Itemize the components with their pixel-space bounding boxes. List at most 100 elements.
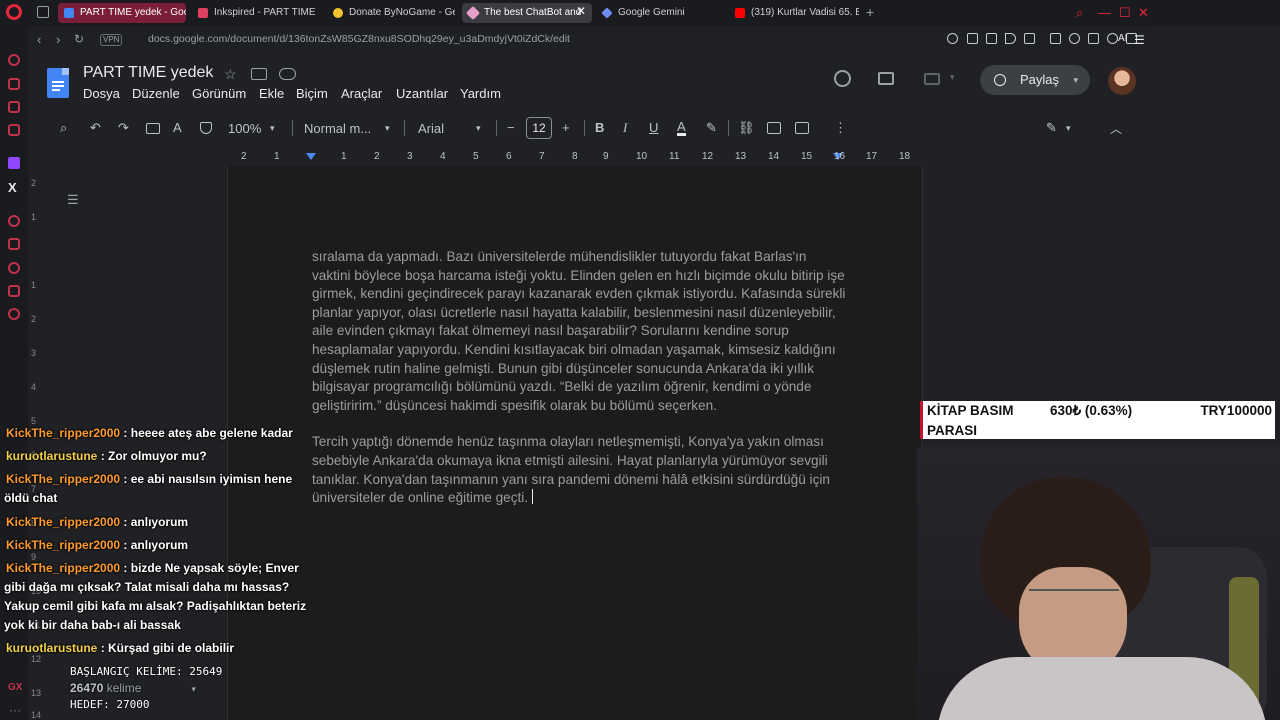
back-icon[interactable]: ‹ <box>37 32 41 47</box>
tab-part-time[interactable]: PART TIME yedek - Google <box>58 3 186 23</box>
zoom-icon[interactable] <box>947 33 958 44</box>
editing-mode-icon[interactable]: ✎ <box>1046 120 1057 136</box>
close-tab-icon[interactable]: ✕ <box>576 4 586 18</box>
search-tabs-icon[interactable]: ⌕ <box>1076 5 1083 21</box>
more-tools-icon[interactable]: ⋮ <box>834 120 847 136</box>
history-icon[interactable] <box>8 262 20 274</box>
bold-icon[interactable]: B <box>595 120 604 135</box>
highlight-icon[interactable]: ✎ <box>706 120 717 136</box>
tab-youtube[interactable]: (319) Kurtlar Vadisi 65. Bö <box>729 3 859 23</box>
x-icon[interactable]: X <box>8 180 17 195</box>
decrease-font-icon[interactable]: − <box>507 120 515 135</box>
italic-icon[interactable]: I <box>623 120 627 136</box>
minimize-icon[interactable]: — <box>1098 5 1111 20</box>
tab-bynogame[interactable]: Donate ByNoGame - Gele <box>327 3 455 23</box>
style-dropdown-icon[interactable]: ▾ <box>385 123 390 134</box>
font-dropdown-icon[interactable]: ▾ <box>476 123 481 134</box>
wallet-icon[interactable] <box>1069 33 1080 44</box>
pin-icon[interactable] <box>967 33 978 44</box>
close-window-icon[interactable]: ✕ <box>1138 5 1149 21</box>
star-icon[interactable]: ☆ <box>224 66 237 83</box>
more-icon[interactable]: ··· <box>9 703 21 717</box>
heart-icon[interactable] <box>1088 33 1099 44</box>
document-title[interactable]: PART TIME yedek <box>83 64 213 82</box>
paragraph-1[interactable]: sıralama da yapmadı. Bazı üniversitelerd… <box>312 248 846 415</box>
menu-uzantilar[interactable]: Uzantılar <box>396 86 448 101</box>
player-icon[interactable] <box>8 215 20 227</box>
profile-icon[interactable] <box>1107 33 1118 44</box>
paragraph-2[interactable]: Tercih yaptığı dönemde henüz taşınma ola… <box>312 433 846 507</box>
tab-inkspired[interactable]: Inkspired - PART TIME <box>192 3 322 23</box>
ai-label[interactable]: AI <box>1118 33 1127 44</box>
menu-bicim[interactable]: Biçim <box>296 86 328 101</box>
messenger-icon[interactable] <box>8 78 20 90</box>
extensions-icon[interactable] <box>8 285 20 297</box>
style-select[interactable]: Normal m... <box>304 121 371 136</box>
twitch-icon[interactable] <box>8 157 20 169</box>
collapse-menus-icon[interactable]: ︿ <box>1110 120 1122 137</box>
cloud-saved-icon[interactable] <box>279 68 296 80</box>
music-icon[interactable] <box>8 124 20 136</box>
play-icon[interactable] <box>1005 33 1016 44</box>
paint-format-icon[interactable] <box>200 122 212 134</box>
vpn-badge[interactable]: VPN <box>100 34 123 46</box>
meet-dropdown-icon[interactable]: ▾ <box>950 72 955 83</box>
pinboard-icon[interactable] <box>8 238 20 250</box>
zoom-dropdown-icon[interactable]: ▾ <box>270 123 275 134</box>
url-field[interactable]: docs.google.com/document/d/136tonZsW85GZ… <box>148 33 570 45</box>
extension-icon[interactable] <box>1050 33 1061 44</box>
zoom-select[interactable]: 100% <box>228 121 261 136</box>
increase-font-icon[interactable]: + <box>562 120 570 135</box>
underline-icon[interactable]: U <box>649 120 658 135</box>
search-menus-icon[interactable]: ⌕ <box>60 120 67 136</box>
move-folder-icon[interactable] <box>251 68 267 80</box>
text-color-icon[interactable]: A <box>677 120 686 136</box>
maximize-icon[interactable]: ☐ <box>1119 5 1131 21</box>
new-tab-icon[interactable]: + <box>866 4 874 20</box>
version-history-icon[interactable] <box>834 70 851 87</box>
redo-icon[interactable]: ↷ <box>118 120 129 136</box>
word-goal-overlay: BAŞLANGIÇ KELİME: 25649 26470 kelime ▾ HE… <box>70 664 222 713</box>
snapshot-icon[interactable] <box>986 33 997 44</box>
avatar[interactable] <box>1108 67 1136 95</box>
chevron-down-icon[interactable]: ▾ <box>1073 65 1078 95</box>
menu-araclar[interactable]: Araçlar <box>341 86 382 101</box>
settings-icon[interactable] <box>8 308 20 320</box>
tab-chatbot[interactable]: The best ChatBot and <box>462 3 592 23</box>
aria-icon[interactable] <box>8 54 20 66</box>
document-outline-icon[interactable]: ☰ <box>67 192 79 208</box>
menu-yardim[interactable]: Yardım <box>460 86 501 101</box>
meet-icon[interactable] <box>924 73 940 85</box>
menu-ekle[interactable]: Ekle <box>259 86 284 101</box>
menu-duzenle[interactable]: Düzenle <box>132 86 180 101</box>
document-page[interactable]: sıralama da yapmadı. Bazı üniversitelerd… <box>227 166 923 720</box>
download-icon[interactable] <box>1024 33 1035 44</box>
share-button[interactable]: Paylaş ▾ <box>980 65 1090 95</box>
link-icon[interactable]: ⛓ <box>738 120 755 136</box>
add-comment-icon[interactable] <box>767 122 781 134</box>
instagram-icon[interactable] <box>8 101 20 113</box>
word-count-dropdown-icon[interactable]: ▾ <box>191 684 196 694</box>
menu-icon[interactable]: ☰ <box>1134 33 1145 47</box>
menu-dosya[interactable]: Dosya <box>83 86 120 101</box>
current-word-count[interactable]: 26470 kelime ▾ <box>70 680 222 697</box>
menu-gorunum[interactable]: Görünüm <box>192 86 246 101</box>
document-body[interactable]: sıralama da yapmadı. Bazı üniversitelerd… <box>312 248 846 526</box>
comments-icon[interactable] <box>878 72 894 85</box>
editing-mode-dropdown-icon[interactable]: ▾ <box>1066 123 1071 134</box>
left-indent-marker[interactable] <box>306 153 316 160</box>
font-select[interactable]: Arial <box>418 121 444 136</box>
tab-gemini[interactable]: Google Gemini <box>596 3 726 23</box>
chat-text: : Zor olmuyor mu? <box>100 449 207 464</box>
reload-icon[interactable]: ↻ <box>74 32 84 46</box>
insert-image-icon[interactable] <box>795 122 809 134</box>
print-icon[interactable] <box>146 123 160 134</box>
gx-icon[interactable]: GX <box>8 682 22 693</box>
undo-icon[interactable]: ↶ <box>90 120 101 136</box>
spellcheck-icon[interactable]: A <box>173 120 182 135</box>
font-size-field[interactable]: 12 <box>526 117 552 139</box>
docs-logo-icon[interactable] <box>47 68 69 98</box>
forward-icon[interactable]: › <box>56 32 60 47</box>
workspace-icon[interactable] <box>37 6 49 18</box>
opera-logo-icon[interactable] <box>6 4 22 20</box>
